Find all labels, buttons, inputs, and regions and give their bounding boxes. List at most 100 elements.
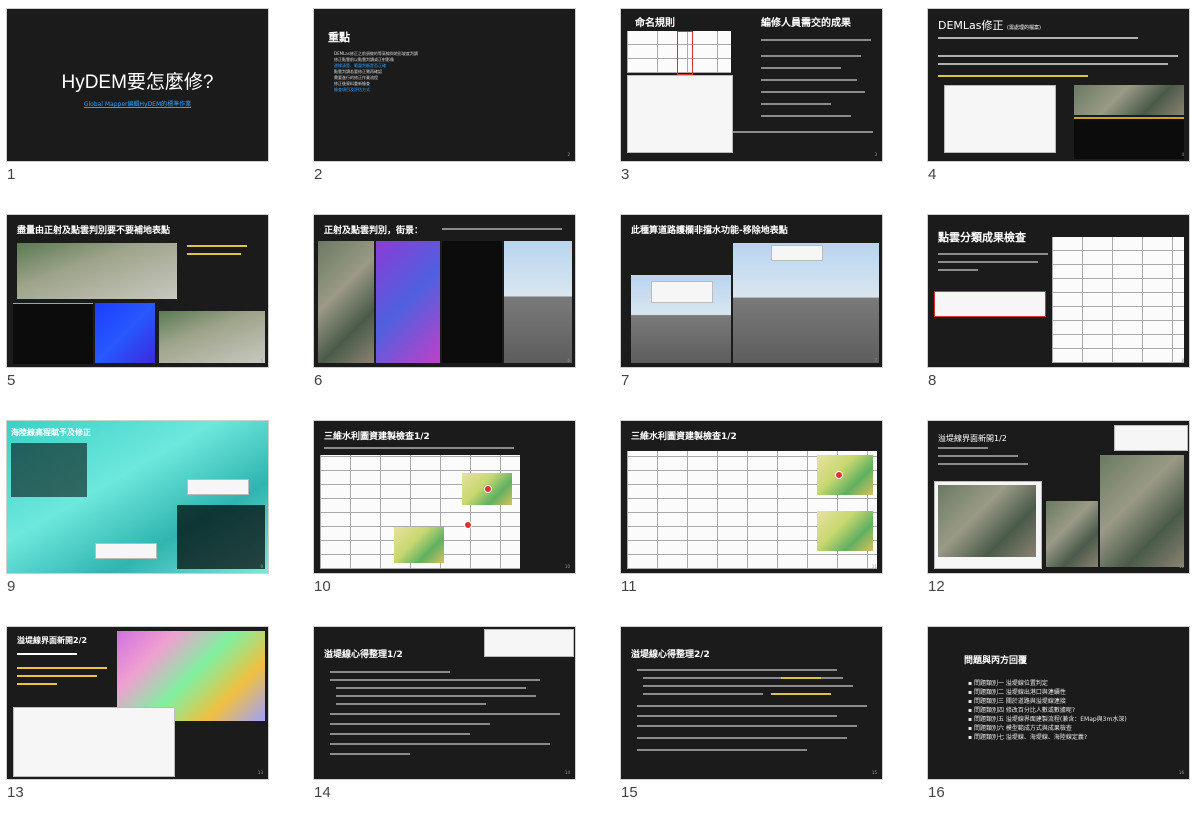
street-view-image bbox=[504, 241, 572, 363]
slide-number: 7 bbox=[621, 372, 630, 389]
slide-number: 3 bbox=[621, 166, 630, 183]
aerial-image bbox=[938, 485, 1036, 557]
slide-thumbnail-4[interactable]: DEMLas修正 (需處理的檔案) 4 bbox=[927, 8, 1190, 162]
text-line bbox=[442, 228, 562, 230]
slide-subtitle-link[interactable]: Global Mapper編輯HyDEM的標準作業 bbox=[7, 99, 268, 108]
slide-thumbnail-14[interactable]: 溢堤線心得整理1/2 14 bbox=[313, 626, 576, 780]
slide-cell: DEMLas修正 (需處理的檔案) 4 4 bbox=[927, 8, 1190, 214]
slide-thumbnail-8[interactable]: 點雲分類成果檢查 8 bbox=[927, 214, 1190, 368]
slide-thumbnail-10[interactable]: 三維水利圖資建製檢查1/2 10 bbox=[313, 420, 576, 574]
text-line bbox=[330, 671, 450, 673]
text-overlay bbox=[11, 443, 87, 497]
orthophoto-image bbox=[17, 243, 177, 299]
highlight-line bbox=[187, 253, 241, 255]
slide-number: 15 bbox=[621, 784, 638, 801]
slide-thumbnail-2[interactable]: 重點 DEMLas修正之前須做的等高線與地形坡度判讀 修正點雲前以點雲判讀或正射… bbox=[313, 8, 576, 162]
slide-title: DEMLas修正 (需處理的檔案) bbox=[938, 19, 1041, 32]
text-line bbox=[761, 39, 871, 41]
slide-thumbnail-9[interactable]: 海陸線高程賦予及修正 9 bbox=[6, 420, 269, 574]
text-line bbox=[938, 269, 978, 271]
page-number: 4 bbox=[1181, 152, 1184, 157]
text-line bbox=[336, 687, 526, 689]
slide-number: 12 bbox=[928, 578, 945, 595]
note-box bbox=[484, 629, 574, 657]
text-line bbox=[938, 63, 1168, 65]
text-line bbox=[330, 679, 540, 681]
text-line bbox=[330, 743, 550, 745]
page-number: 9 bbox=[260, 564, 263, 569]
slide-thumbnail-11[interactable]: 三維水利圖資建製檢查1/2 11 bbox=[620, 420, 883, 574]
page-number: 7 bbox=[874, 358, 877, 363]
slide-cell: 三維水利圖資建製檢查1/2 11 11 bbox=[620, 420, 883, 626]
aerial-image bbox=[318, 241, 374, 363]
text-block bbox=[627, 75, 733, 153]
slide-thumbnail-3[interactable]: 命名規則 編修人員需交的成果 3 bbox=[620, 8, 883, 162]
table-image bbox=[944, 85, 1056, 153]
highlight-line bbox=[187, 245, 247, 247]
slide-number: 6 bbox=[314, 372, 323, 389]
slide-cell: 正射及點雲判別，街景： 6 6 bbox=[313, 214, 576, 420]
aerial-image bbox=[1100, 455, 1184, 567]
slide-thumbnail-5[interactable]: 盡量由正射及點雲判別要不要補地表點 5 bbox=[6, 214, 269, 368]
map-image bbox=[817, 455, 873, 495]
text-line bbox=[17, 683, 57, 685]
list-item: 問題類別二 溢堤線出港口與連續性 bbox=[968, 688, 1127, 697]
slide-cell: 點雲分類成果檢查 8 8 bbox=[927, 214, 1190, 420]
pointcloud-image bbox=[376, 241, 440, 363]
question-list: 問題類別一 溢堤線位置判定 問題類別二 溢堤線出港口與連續性 問題類別三 關於道… bbox=[968, 679, 1127, 742]
text-line bbox=[336, 695, 536, 697]
text-line bbox=[938, 55, 1178, 57]
highlight-line bbox=[781, 677, 821, 679]
text-line bbox=[938, 261, 1038, 263]
callout-box bbox=[651, 281, 713, 303]
text-line bbox=[637, 749, 807, 751]
text-line bbox=[637, 725, 857, 727]
page-number: 5 bbox=[260, 358, 263, 363]
highlight-box bbox=[677, 31, 693, 75]
page-number: 10 bbox=[564, 564, 570, 569]
highlight-line bbox=[771, 693, 831, 695]
callout-box bbox=[771, 245, 823, 261]
slide-thumbnail-6[interactable]: 正射及點雲判別，街景： 6 bbox=[313, 214, 576, 368]
slide-thumbnail-1[interactable]: HyDEM要怎麼修? Global Mapper編輯HyDEM的標準作業 bbox=[6, 8, 269, 162]
callout-box bbox=[187, 479, 249, 495]
text-line bbox=[637, 737, 847, 739]
slide-thumbnail-12[interactable]: 溢堤線界面新開1/2 12 bbox=[927, 420, 1190, 574]
slide-thumbnail-16[interactable]: 問題與丙方回覆 問題類別一 溢堤線位置判定 問題類別二 溢堤線出港口與連續性 問… bbox=[927, 626, 1190, 780]
aerial-image bbox=[1046, 501, 1098, 567]
text-line bbox=[733, 131, 873, 133]
slide-sorter-grid: HyDEM要怎麼修? Global Mapper編輯HyDEM的標準作業 1 重… bbox=[6, 8, 1190, 832]
slide-number: 2 bbox=[314, 166, 323, 183]
list-item: 問題類別三 關於道路與溢堤線連接 bbox=[968, 697, 1127, 706]
list-item: 問題類別四 修改百分比人數或數據呢? bbox=[968, 706, 1127, 715]
text-line bbox=[330, 733, 470, 735]
text-line bbox=[324, 447, 514, 449]
slide-cell: 溢堤線界面新開2/2 13 13 bbox=[6, 626, 269, 832]
text-block bbox=[13, 707, 175, 777]
list-item: 問題類別六 模型範成方式與成果檢查 bbox=[968, 724, 1127, 733]
field-photo bbox=[159, 311, 265, 363]
text-line bbox=[938, 253, 1048, 255]
text-line bbox=[761, 115, 851, 117]
map-image bbox=[817, 511, 873, 551]
text-overlay bbox=[177, 505, 265, 569]
slide-thumbnail-7[interactable]: 此種算道路護欄非擋水功能-移除地表點 7 bbox=[620, 214, 883, 368]
slide-number: 9 bbox=[7, 578, 16, 595]
page-number: 11 bbox=[871, 564, 877, 569]
text-line bbox=[17, 675, 97, 677]
list-item: 問題類別五 溢堤線界面建製流程(兼含：EMap與3m水深) bbox=[968, 715, 1127, 724]
slide-title: HyDEM要怎麼修? bbox=[61, 72, 214, 93]
slide-thumbnail-15[interactable]: 溢堤線心得整理2/2 15 bbox=[620, 626, 883, 780]
text-line bbox=[643, 685, 853, 687]
slide-thumbnail-13[interactable]: 溢堤線界面新開2/2 13 bbox=[6, 626, 269, 780]
text-line bbox=[637, 669, 837, 671]
note-box bbox=[1114, 425, 1188, 451]
warning-marker bbox=[835, 471, 843, 479]
slide-cell: 海陸線高程賦予及修正 9 9 bbox=[6, 420, 269, 626]
street-view-image bbox=[733, 243, 879, 363]
slide-cell: 問題與丙方回覆 問題類別一 溢堤線位置判定 問題類別二 溢堤線出港口與連續性 問… bbox=[927, 626, 1190, 832]
slide-number: 8 bbox=[928, 372, 937, 389]
profile-image bbox=[442, 241, 502, 363]
page-number: 13 bbox=[257, 770, 263, 775]
slide-title: 問題與丙方回覆 bbox=[964, 656, 1028, 666]
